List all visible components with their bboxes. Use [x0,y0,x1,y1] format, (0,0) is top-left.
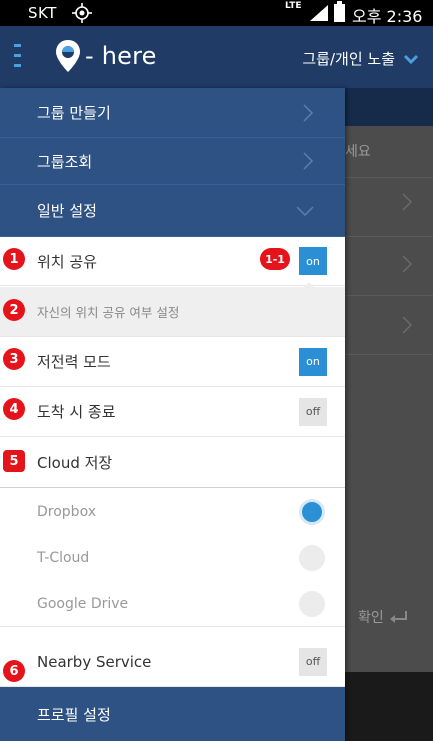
cloud-option-tcloud[interactable]: T-Cloud [0,535,345,581]
menu-item-group-lookup[interactable]: 그룹조회 [0,138,345,185]
setting-nearby-service[interactable]: Nearby Service off [0,637,345,687]
menu-item-profile-settings[interactable]: 프로필 설정 [0,687,345,741]
end-on-arrival-toggle[interactable]: off [299,397,327,426]
battery-icon [334,1,345,22]
location-share-toggle[interactable]: on [299,247,327,275]
setting-label: Nearby Service [37,652,152,671]
background-divider [345,295,433,296]
cloud-option-label: Google Drive [37,595,129,612]
dropbox-radio[interactable] [299,499,325,525]
annotation-badge: 5 [3,450,25,472]
setting-label: 도착 시 종료 [37,403,116,421]
low-power-toggle[interactable]: on [299,347,327,376]
setting-low-power[interactable]: 저전력 모드 on [0,337,345,387]
cloud-option-dropbox[interactable]: Dropbox [0,489,345,535]
app-logo: - here [54,39,157,73]
nearby-toggle[interactable]: off [299,647,327,676]
menu-item-label: 일반 설정 [37,202,97,220]
status-bar: SKT LTE 오후 2:36 [0,0,433,26]
menu-item-label: 그룹 만들기 [37,104,111,122]
description-text: 자신의 위치 공유 여부 설정 [37,305,180,320]
confirm-button[interactable]: 확인 [358,607,408,627]
cloud-option-label: Dropbox [37,504,96,520]
google-drive-radio[interactable] [299,590,325,617]
app-header: - here 그룹/개인 노출 [0,26,433,88]
background-divider [345,236,433,237]
chevron-right-icon [402,193,413,211]
menu-icon[interactable] [14,44,21,70]
setting-label: Cloud 저장 [37,453,113,472]
setting-label: 저전력 모드 [37,353,111,371]
setting-label: 위치 공유 [37,252,97,271]
background-divider [345,354,433,355]
location-share-description: 자신의 위치 공유 여부 설정 [0,287,345,337]
setting-cloud-storage[interactable]: Cloud 저장 [0,437,345,488]
chevron-right-icon [402,255,413,273]
menu-item-create-group[interactable]: 그룹 만들기 [0,88,345,138]
annotation-badge: 4 [3,398,25,420]
visibility-label: 그룹/개인 노출 [302,50,395,68]
annotation-badge: 6 [3,660,25,682]
chevron-right-icon [303,152,314,170]
menu-item-label: 그룹조회 [37,152,93,171]
tcloud-radio[interactable] [299,545,325,571]
visibility-dropdown[interactable]: 그룹/개인 노출 [302,48,419,69]
clock-label: 오후 2:36 [352,7,423,26]
annotation-badge: 1 [3,248,25,270]
confirm-label: 확인 [358,610,384,626]
network-type-label: LTE [285,1,302,11]
location-pin-icon [56,40,80,72]
enter-icon [389,611,407,623]
setting-end-on-arrival[interactable]: 도착 시 종료 off [0,387,345,437]
annotation-badge: 1-1 [260,248,290,270]
logo-text: - here [85,42,157,70]
menu-item-label: 프로필 설정 [37,705,111,724]
background-hint-text: 세요 [345,144,371,160]
annotation-badge: 2 [3,299,25,321]
chevron-right-icon [402,316,413,334]
setting-location-share[interactable]: 위치 공유 on [0,237,345,286]
menu-item-general-settings[interactable]: 일반 설정 [0,185,345,237]
gps-icon [72,3,92,23]
cloud-option-google-drive[interactable]: Google Drive [0,581,345,627]
carrier-label: SKT [28,4,57,22]
signal-icon [310,5,328,21]
cloud-option-label: T-Cloud [37,550,90,566]
chevron-right-icon [303,103,314,122]
background-divider [345,177,433,178]
annotation-badge: 3 [3,348,25,370]
chevron-down-icon [296,205,314,216]
chevron-down-icon [403,54,419,64]
